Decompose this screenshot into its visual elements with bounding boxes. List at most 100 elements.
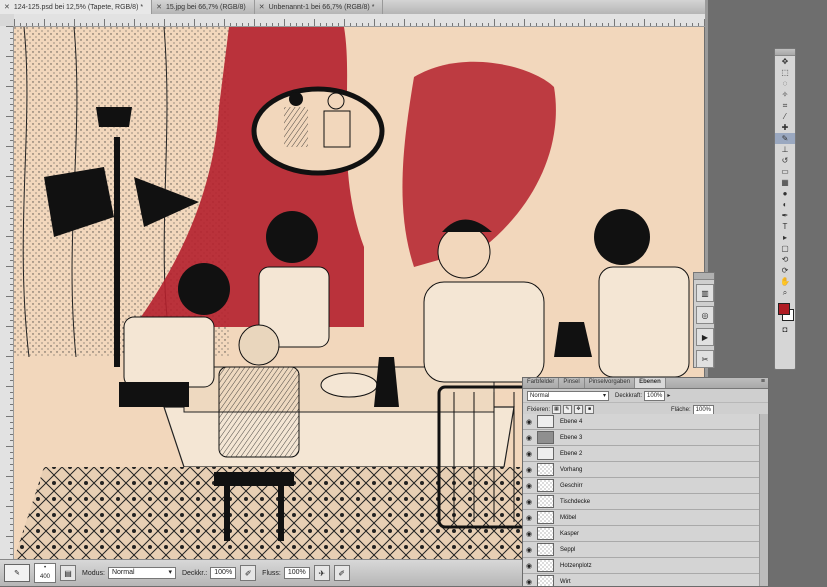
layer-row[interactable]: ◉ Möbel [523, 510, 768, 526]
panel-menu-icon[interactable]: ≡ [761, 378, 768, 388]
3d-rotate-tool-icon[interactable]: ⟲ [775, 254, 795, 265]
ruler-tick [614, 19, 615, 26]
blur-tool-icon[interactable]: ● [775, 188, 795, 199]
dropdown-arrow-icon[interactable]: ▸ [667, 392, 670, 399]
mode-select[interactable]: Normal ▾ [107, 567, 176, 579]
vertical-ruler[interactable] [0, 26, 14, 559]
panel-grip[interactable] [775, 49, 795, 56]
ruler-tick [308, 23, 309, 26]
path-selection-tool-icon[interactable]: ▸ [775, 232, 795, 243]
tab-layers[interactable]: Ebenen [635, 378, 666, 388]
type-tool-icon[interactable]: T [775, 221, 795, 232]
ruler-tick [104, 19, 105, 26]
healing-brush-tool-icon[interactable]: ✚ [775, 122, 795, 133]
lock-position-icon[interactable]: ✥ [574, 405, 584, 414]
opacity-input[interactable]: 100% [210, 567, 237, 579]
ruler-tick [560, 23, 561, 26]
layer-row[interactable]: ◉ Geschirr [523, 478, 768, 494]
brush-panel-toggle-button[interactable]: ▤ [60, 565, 76, 581]
move-tool-icon[interactable]: ✥ [775, 56, 795, 67]
tab-swatches[interactable]: Farbfelder [523, 378, 560, 388]
layer-row[interactable]: ◉ Ebene 3 [523, 430, 768, 446]
3d-orbit-tool-icon[interactable]: ⟳ [775, 265, 795, 276]
eye-icon[interactable]: ◉ [523, 514, 535, 522]
lock-image-pixels-icon[interactable]: ✎ [563, 405, 573, 414]
quick-select-tool-icon[interactable]: ✧ [775, 89, 795, 100]
ruler-tick [434, 19, 435, 26]
eye-icon[interactable]: ◉ [523, 546, 535, 554]
ruler-tick [10, 512, 13, 513]
dodge-tool-icon[interactable]: ◐ [775, 199, 795, 210]
ruler-tick [10, 164, 13, 165]
layer-row[interactable]: ◉ Ebene 2 [523, 446, 768, 462]
layer-row[interactable]: ◉ Vorhang [523, 462, 768, 478]
fill-input[interactable]: 100% [692, 404, 714, 415]
layer-thumbnail [537, 559, 554, 572]
blend-mode-select[interactable]: Normal ▾ [527, 390, 609, 401]
ruler-tick [10, 368, 13, 369]
eye-icon[interactable]: ◉ [523, 450, 535, 458]
layer-row[interactable]: ◉ Wirt [523, 574, 768, 586]
pen-tool-icon[interactable]: ✒ [775, 210, 795, 221]
ruler-tick [6, 146, 13, 147]
ruler-tick [668, 23, 669, 26]
horizontal-ruler[interactable] [14, 14, 705, 27]
tool-presets-panel-button[interactable]: ✂ [696, 350, 714, 368]
document-tab-124-125[interactable]: ✕ 124-125.psd bei 12,5% (Tapete, RGB/8) … [0, 0, 153, 14]
eye-icon[interactable]: ◉ [523, 498, 535, 506]
layer-row[interactable]: ◉ Ebene 4 [523, 414, 768, 430]
foreground-color-swatch[interactable] [778, 303, 790, 315]
eyedropper-tool-icon[interactable]: ⁄ [775, 111, 795, 122]
brush-size-picker[interactable]: • 400 [34, 563, 56, 583]
hand-tool-icon[interactable]: ✋ [775, 276, 795, 287]
layer-row[interactable]: ◉ Seppl [523, 542, 768, 558]
tab-close-icon[interactable]: ✕ [156, 3, 162, 11]
tab-brush-presets[interactable]: Pinselvorgaben [585, 378, 636, 388]
ruler-tick [128, 23, 129, 26]
document-tab-15-jpg[interactable]: ✕ 15.jpg bei 66,7% (RGB/8) [152, 0, 255, 14]
eye-icon[interactable]: ◉ [523, 562, 535, 570]
layer-row[interactable]: ◉ Hotzenplotz [523, 558, 768, 574]
zoom-tool-icon[interactable]: ⌕ [775, 287, 795, 298]
lasso-tool-icon[interactable]: ◌ [775, 78, 795, 89]
airbrush-button[interactable]: ✈ [313, 565, 330, 581]
ruler-tick [6, 326, 13, 327]
layers-panel: Farbfelder Pinsel Pinselvorgaben Ebenen … [522, 377, 769, 587]
shape-tool-icon[interactable]: ▢ [775, 243, 795, 254]
panel-grip[interactable] [694, 273, 714, 280]
histogram-panel-button[interactable]: ▥ [696, 284, 714, 302]
marquee-tool-icon[interactable]: ⬚ [775, 67, 795, 78]
eraser-tool-icon[interactable]: ▭ [775, 166, 795, 177]
eye-icon[interactable]: ◉ [523, 482, 535, 490]
ruler-tick [10, 200, 13, 201]
tab-close-icon[interactable]: ✕ [4, 3, 10, 11]
clone-stamp-tool-icon[interactable]: ⊥ [775, 144, 795, 155]
brush-tool-preset-picker[interactable]: ✎ [4, 564, 30, 582]
pressure-size-button[interactable]: ✐ [333, 565, 350, 581]
layer-opacity-input[interactable]: 100% [644, 390, 666, 401]
lock-all-icon[interactable]: ■ [585, 405, 595, 414]
quick-mask-icon[interactable]: ◘ [775, 324, 795, 335]
eye-icon[interactable]: ◉ [523, 434, 535, 442]
document-tab-unbenannt[interactable]: ✕ Unbenannt-1 bei 66,7% (RGB/8) * [255, 0, 384, 14]
brush-tool-icon[interactable]: ✎ [775, 133, 795, 144]
navigator-panel-button[interactable]: ◎ [696, 306, 714, 324]
layer-row[interactable]: ◉ Kasper [523, 526, 768, 542]
ruler-tick [10, 392, 13, 393]
eye-icon[interactable]: ◉ [523, 466, 535, 474]
eye-icon[interactable]: ◉ [523, 578, 535, 586]
tab-brush[interactable]: Pinsel [559, 378, 585, 388]
tab-close-icon[interactable]: ✕ [259, 3, 265, 11]
layer-row[interactable]: ◉ Tischdecke [523, 494, 768, 510]
layers-scrollbar[interactable] [759, 414, 768, 586]
eye-icon[interactable]: ◉ [523, 530, 535, 538]
history-brush-tool-icon[interactable]: ↺ [775, 155, 795, 166]
pressure-opacity-button[interactable]: ✐ [240, 565, 257, 581]
flow-input[interactable]: 100% [283, 567, 310, 579]
gradient-tool-icon[interactable]: ▦ [775, 177, 795, 188]
ruler-tick [10, 152, 13, 153]
lock-transparent-pixels-icon[interactable]: ▦ [552, 405, 562, 414]
eye-icon[interactable]: ◉ [523, 418, 535, 426]
actions-panel-button[interactable]: ▶ [696, 328, 714, 346]
crop-tool-icon[interactable]: ⌗ [775, 100, 795, 111]
